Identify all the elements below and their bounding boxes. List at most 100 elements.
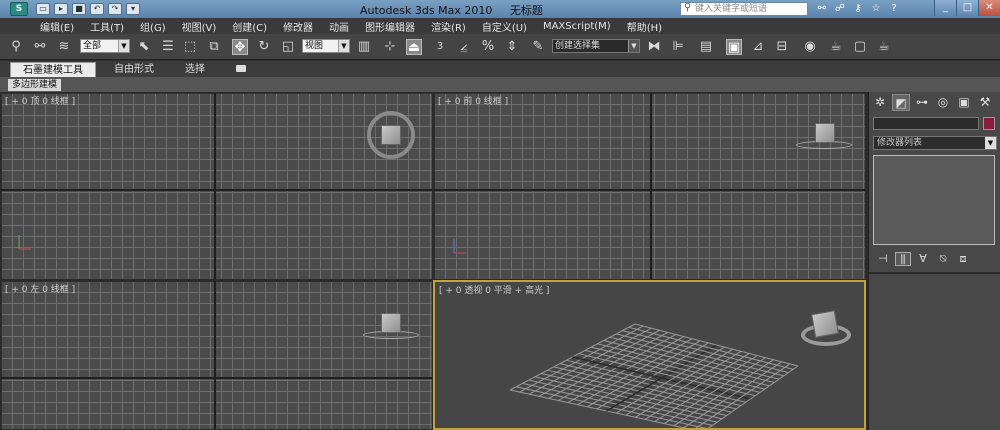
modifier-stack[interactable] xyxy=(873,155,995,245)
viewport-perspective[interactable]: [ + 0 透视 0 平滑 + 高光 ] xyxy=(433,280,866,430)
curve-editor-icon[interactable]: ⊿ xyxy=(750,39,766,55)
panel-divider xyxy=(869,272,1000,274)
viewport-top[interactable]: [ + 0 顶 0 线框 ] xyxy=(0,92,433,280)
menu-customize[interactable]: 自定义(U) xyxy=(474,19,535,34)
menu-modifiers[interactable]: 修改器 xyxy=(275,19,321,34)
redo-icon[interactable]: ↷ xyxy=(108,3,122,15)
graphite-toggle-icon[interactable]: ▣ xyxy=(726,39,742,55)
remove-modifier-icon[interactable]: ⍉ xyxy=(935,252,951,266)
ribbon-minimize-toggle[interactable] xyxy=(236,65,246,72)
menu-edit[interactable]: 编辑(E) xyxy=(32,19,82,34)
motion-tab-icon[interactable]: ◎ xyxy=(934,94,952,111)
display-tab-icon[interactable]: ▣ xyxy=(955,94,973,111)
axis-tripod-icon xyxy=(453,239,466,254)
tab-freeform[interactable]: 自由形式 xyxy=(104,62,164,77)
select-and-link-icon[interactable]: ⚲ xyxy=(8,39,24,55)
menu-help[interactable]: 帮助(H) xyxy=(619,19,670,34)
pivot-center-icon[interactable]: ▥ xyxy=(356,39,372,55)
align-icon[interactable]: ⊫ xyxy=(670,39,686,55)
percent-snap-icon[interactable]: % xyxy=(480,39,496,55)
viewcube-icon[interactable] xyxy=(811,310,839,338)
search-input[interactable]: 键入关键字或短语 xyxy=(680,2,808,16)
select-manipulate-icon[interactable]: ⊹ xyxy=(382,39,398,55)
key-icon[interactable]: ⚷ xyxy=(851,2,865,15)
viewport-front[interactable]: [ + 0 前 0 线框 ] xyxy=(433,92,866,280)
unlink-icon[interactable]: ⚯ xyxy=(32,39,48,55)
show-end-result-icon[interactable]: ⫼ xyxy=(895,252,911,266)
grid-axis-line xyxy=(650,93,652,279)
reference-coordinate-dropdown[interactable]: 视图 xyxy=(302,39,350,53)
menu-views[interactable]: 视图(V) xyxy=(174,19,225,34)
selection-filter-dropdown[interactable]: 全部 xyxy=(80,39,130,53)
viewport-label[interactable]: [ + 0 左 0 线框 ] xyxy=(5,282,75,295)
menu-tools[interactable]: 工具(T) xyxy=(82,19,132,34)
quick-access-more-icon[interactable]: ▾ xyxy=(126,3,140,15)
maximize-button[interactable]: □ xyxy=(956,0,978,16)
select-by-name-icon[interactable]: ☰ xyxy=(160,39,176,55)
select-and-scale-icon[interactable]: ◱ xyxy=(280,39,296,55)
menu-maxscript[interactable]: MAXScript(M) xyxy=(535,21,619,32)
menu-animation[interactable]: 动画 xyxy=(321,19,357,34)
binoculars-icon[interactable]: ⚯ xyxy=(815,2,829,15)
axis-tripod-icon xyxy=(18,235,31,250)
parameter-rollout-area xyxy=(869,280,1000,430)
menu-bar: 编辑(E) 工具(T) 组(G) 视图(V) 创建(C) 修改器 动画 图形编辑… xyxy=(0,18,1000,34)
render-setup-icon[interactable]: ☕ xyxy=(828,39,844,55)
rectangular-selection-icon[interactable]: ⬚ xyxy=(182,39,198,55)
hierarchy-tab-icon[interactable]: ⊶ xyxy=(913,94,931,111)
help-icon[interactable]: ? xyxy=(887,2,901,15)
modify-tab-icon[interactable]: ◩ xyxy=(892,94,910,111)
layer-manager-icon[interactable]: ▤ xyxy=(698,39,714,55)
save-file-icon[interactable]: ■ xyxy=(72,3,86,15)
viewcube-icon[interactable] xyxy=(815,123,835,143)
open-file-icon[interactable]: ▸ xyxy=(54,3,68,15)
polygon-modeling-panel[interactable]: 多边形建模 xyxy=(8,79,62,91)
schematic-view-icon[interactable]: ⊟ xyxy=(774,39,790,55)
tab-graphite-modeling-tools[interactable]: 石墨建模工具 xyxy=(10,62,96,77)
angle-snap-icon[interactable]: ⦤ xyxy=(456,39,472,55)
grid-axis-line xyxy=(1,377,432,379)
app-menu-button[interactable]: S xyxy=(6,1,32,17)
bind-space-warp-icon[interactable]: ≋ xyxy=(56,39,72,55)
menu-graph-editors[interactable]: 图形编辑器 xyxy=(357,19,423,34)
viewport-label[interactable]: [ + 0 顶 0 线框 ] xyxy=(5,94,75,107)
make-unique-icon[interactable]: ∀ xyxy=(915,252,931,266)
object-color-swatch[interactable] xyxy=(983,117,995,130)
tab-selection[interactable]: 选择 xyxy=(174,62,216,77)
window-crossing-icon[interactable]: ⧉ xyxy=(206,39,222,55)
pin-stack-icon[interactable]: ⊣ xyxy=(875,252,891,266)
select-object-icon[interactable]: ⬉ xyxy=(136,39,152,55)
utilities-tab-icon[interactable]: ⚒ xyxy=(976,94,994,111)
menu-rendering[interactable]: 渲染(R) xyxy=(423,19,474,34)
close-button[interactable]: ✕ xyxy=(978,0,1000,16)
3dsmax-logo-icon: S xyxy=(10,2,28,16)
menu-create[interactable]: 创建(C) xyxy=(224,19,275,34)
menu-group[interactable]: 组(G) xyxy=(132,19,174,34)
undo-icon[interactable]: ↶ xyxy=(90,3,104,15)
create-tab-icon[interactable]: ✲ xyxy=(871,94,889,111)
edit-named-selection-icon[interactable]: ✎ xyxy=(530,39,546,55)
named-selection-dropdown[interactable]: 创建选择集 xyxy=(552,39,640,53)
modifier-list-dropdown[interactable]: 修改器列表 xyxy=(873,136,997,150)
new-file-icon[interactable]: ▭ xyxy=(36,3,50,15)
viewcube-icon[interactable] xyxy=(381,313,401,333)
viewport-left[interactable]: [ + 0 左 0 线框 ] xyxy=(0,280,433,430)
communication-icon[interactable]: ☍ xyxy=(833,2,847,15)
keyboard-shortcut-override-icon[interactable]: ⏏ xyxy=(406,39,422,55)
material-editor-icon[interactable]: ◉ xyxy=(802,39,818,55)
mirror-icon[interactable]: ⧓ xyxy=(646,39,662,55)
select-and-rotate-icon[interactable]: ↻ xyxy=(256,39,272,55)
perspective-grid-line xyxy=(707,365,799,428)
select-and-move-icon[interactable]: ✥ xyxy=(232,39,248,55)
object-name-field[interactable] xyxy=(873,117,979,130)
perspective-grid-line xyxy=(695,363,791,428)
render-production-icon[interactable]: ☕ xyxy=(876,39,892,55)
minimize-button[interactable]: _ xyxy=(934,0,956,16)
viewport-label[interactable]: [ + 0 前 0 线框 ] xyxy=(438,94,508,107)
snaps-toggle-icon[interactable]: 3 xyxy=(432,39,448,55)
viewcube-icon[interactable] xyxy=(381,125,401,145)
star-icon[interactable]: ☆ xyxy=(869,2,883,15)
rendered-frame-icon[interactable]: ▢ xyxy=(852,39,868,55)
configure-sets-icon[interactable]: ⧈ xyxy=(955,252,971,266)
spinner-snap-icon[interactable]: ⇕ xyxy=(504,39,520,55)
